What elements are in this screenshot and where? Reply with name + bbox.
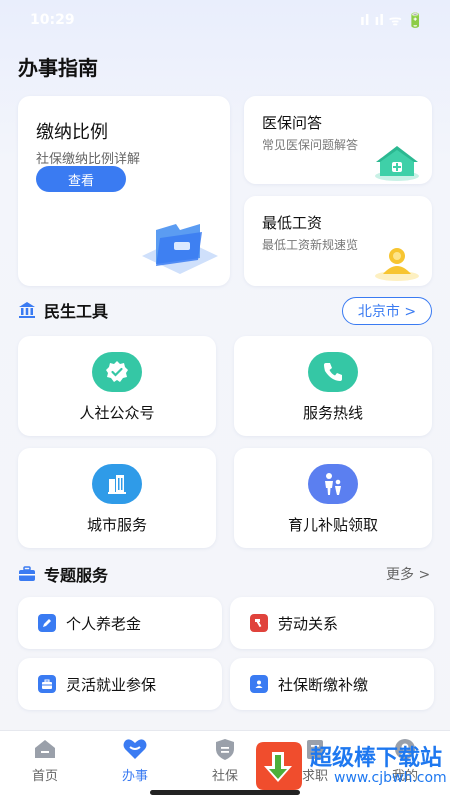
min-wage-card-title: 最低工资: [262, 214, 323, 232]
medical-card-subtitle: 常见医保问题解答: [262, 138, 359, 152]
phone-icon: [308, 352, 358, 392]
service-labor-relations[interactable]: 劳动关系: [230, 597, 434, 649]
status-bar: 10:29 ıl ıl ᯤ 🔋: [0, 0, 450, 40]
watermark-logo-icon: [256, 742, 302, 790]
pen-icon: [38, 614, 56, 632]
special-section-title: 专题服务: [44, 566, 109, 585]
medical-card-title: 医保问答: [262, 114, 323, 132]
family-icon: [308, 464, 358, 504]
city-selector[interactable]: 北京市 >: [342, 297, 432, 325]
tab-label: 社保: [211, 769, 238, 784]
tool-childcare-subsidy[interactable]: 育儿补贴领取: [234, 448, 432, 548]
contribution-card-title: 缴纳比例: [36, 122, 108, 143]
tools-section-title: 民生工具: [44, 302, 109, 321]
hammer-icon: [250, 614, 268, 632]
toolbox-icon: [19, 566, 35, 581]
tab-label: 首页: [31, 769, 58, 784]
heart-icon: [123, 739, 147, 759]
tab-services[interactable]: 办事: [100, 737, 170, 787]
check-badge-icon: [92, 352, 142, 392]
bank-icon: [19, 302, 35, 318]
contribution-card-subtitle: 社保缴纳比例详解: [36, 152, 141, 167]
tool-wechat-account[interactable]: 人社公众号: [18, 336, 216, 436]
service-label: 个人养老金: [66, 615, 142, 633]
home-indicator: [150, 790, 300, 795]
more-link[interactable]: 更多 >: [386, 564, 430, 584]
tool-label: 服务热线: [302, 404, 363, 422]
tab-home[interactable]: 首页: [10, 737, 80, 787]
hospital-icon: [375, 146, 419, 181]
home-icon: [35, 740, 55, 758]
folder-icon: [142, 224, 218, 274]
tools-section-header: 民生工具: [18, 298, 108, 322]
building-icon: [92, 464, 142, 504]
tool-label: 城市服务: [86, 516, 147, 534]
contribution-ratio-card[interactable]: 缴纳比例 社保缴纳比例详解 查看: [18, 96, 230, 286]
special-section-header: 专题服务: [18, 562, 108, 586]
tool-label: 育儿补贴领取: [287, 516, 378, 534]
service-personal-pension[interactable]: 个人养老金: [18, 597, 222, 649]
watermark: 超级棒下载站 www.cjbwh.com: [250, 738, 450, 798]
service-flexible-employment[interactable]: 灵活就业参保: [18, 658, 222, 710]
user-badge-icon: [250, 675, 268, 693]
service-makeup-payment[interactable]: 社保断缴补缴: [230, 658, 434, 710]
page-title: 办事指南: [18, 56, 98, 80]
shield-icon: [216, 739, 234, 760]
watermark-text: 超级棒下载站: [310, 746, 443, 771]
watermark-url: www.cjbwh.com: [334, 770, 447, 786]
tool-city-services[interactable]: 城市服务: [18, 448, 216, 548]
status-icons: ıl ıl ᯤ 🔋: [359, 12, 424, 29]
service-label: 灵活就业参保: [66, 676, 157, 694]
medical-qa-card[interactable]: 医保问答 常见医保问题解答: [244, 96, 432, 184]
service-label: 社保断缴补缴: [278, 676, 369, 694]
status-time: 10:29: [30, 12, 75, 28]
min-wage-card-subtitle: 最低工资新规速览: [262, 238, 359, 252]
tool-label: 人社公众号: [79, 404, 155, 422]
person-coin-icon: [375, 248, 419, 281]
service-label: 劳动关系: [278, 615, 339, 633]
tool-service-hotline[interactable]: 服务热线: [234, 336, 432, 436]
briefcase-icon: [38, 675, 56, 693]
minimum-wage-card[interactable]: 最低工资 最低工资新规速览: [244, 196, 432, 286]
view-button[interactable]: 查看: [36, 166, 126, 192]
tab-label: 办事: [121, 769, 148, 784]
